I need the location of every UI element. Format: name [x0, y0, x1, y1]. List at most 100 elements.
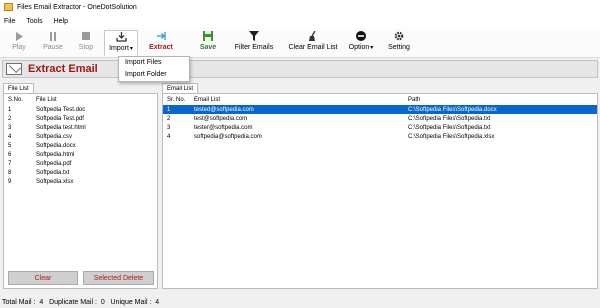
stop-label: Stop: [78, 44, 94, 51]
option-button[interactable]: Option▾: [345, 30, 377, 56]
email-path: C:\Softpedia Files\Softpedia.txt: [408, 115, 491, 122]
play-icon: [15, 30, 23, 42]
file-sno: 5: [8, 142, 12, 149]
file-list-row[interactable]: 8 Softpedia.txt: [4, 168, 157, 177]
file-list-header: S.No. File List: [4, 94, 157, 105]
filter-icon: [249, 30, 259, 42]
window-title: Files Email Extractor - OneDotSolution: [17, 3, 137, 11]
status-text: Total Mail : 4 Duplicate Mail : 0 Unique…: [2, 298, 160, 306]
broom-icon: [308, 30, 318, 42]
setting-label: Setting: [388, 44, 410, 51]
chevron-down-icon: ▾: [370, 45, 374, 51]
gear-icon: [394, 30, 404, 42]
email-address: softpedia@softpedia.com: [194, 133, 262, 140]
col-header-file-list[interactable]: File List: [36, 97, 156, 103]
file-name: Softpedia Test.pdf: [36, 115, 84, 122]
file-name: Softpedia.pdf: [36, 160, 72, 167]
clear-button[interactable]: Clear: [8, 271, 78, 285]
import-files-item[interactable]: Import Files: [119, 57, 189, 69]
setting-button[interactable]: Setting: [386, 30, 412, 56]
email-srno: 1: [167, 106, 171, 113]
play-label: Play: [12, 44, 26, 51]
import-text: Import: [109, 45, 129, 52]
email-list-row[interactable]: 4 softpedia@softpedia.com C:\Softpedia Fil…: [163, 132, 597, 141]
file-sno: 3: [8, 124, 12, 131]
email-list-row[interactable]: 2 test@softpedia.com C:\Softpedia Files\So…: [163, 114, 597, 123]
email-list-rows: 1 tested@softpedia.com C:\Softpedia Files\…: [163, 105, 597, 141]
option-label: Option▾: [349, 44, 374, 51]
email-list-header: Sr. No. Email List Path: [163, 94, 597, 105]
email-list-row[interactable]: 1 tested@softpedia.com C:\Softpedia Files\…: [163, 105, 597, 114]
file-list-panel: S.No. File List 1 Softpedia Test.doc 2 Soft…: [3, 93, 158, 289]
file-name: Softpedia.xlsx: [36, 178, 74, 185]
file-list-row[interactable]: 5 Softpedia.docx: [4, 141, 157, 150]
tab-email-list[interactable]: Email List: [162, 83, 199, 93]
save-icon: [203, 30, 213, 42]
file-list-row[interactable]: 2 Softpedia Test.pdf: [4, 114, 157, 123]
selected-delete-button[interactable]: Selected Delete: [83, 271, 154, 285]
stop-button[interactable]: Stop: [76, 30, 96, 56]
menu-tools[interactable]: Tools: [26, 18, 42, 25]
file-sno: 6: [8, 151, 12, 158]
col-header-srno[interactable]: Sr. No.: [163, 97, 194, 103]
stop-icon: [82, 30, 90, 42]
email-srno: 3: [167, 124, 171, 131]
col-header-path[interactable]: Path: [408, 97, 588, 103]
email-path: C:\Softpedia Files\Softpedia.txt: [408, 124, 491, 131]
file-list-row[interactable]: 1 Softpedia Test.doc: [4, 105, 157, 114]
email-address: tester@softpedia.com: [194, 124, 253, 131]
email-list-row[interactable]: 3 tester@softpedia.com C:\Softpedia Files\…: [163, 123, 597, 132]
file-name: Softpedia test.html: [36, 124, 86, 131]
file-list-row[interactable]: 3 Softpedia test.html: [4, 123, 157, 132]
app-folder-icon: [4, 3, 13, 11]
option-text: Option: [348, 44, 370, 51]
import-button[interactable]: Import▾: [104, 30, 138, 56]
mail-icon: [6, 63, 22, 75]
file-name: Softpedia.docx: [36, 142, 76, 149]
filter-emails-button[interactable]: Filter Emails: [232, 30, 276, 56]
file-list-row[interactable]: 7 Softpedia.pdf: [4, 159, 157, 168]
pause-icon: [49, 30, 57, 42]
import-label: Import▾: [109, 45, 133, 52]
file-name: Softpedia.txt: [36, 169, 70, 176]
filter-emails-label: Filter Emails: [234, 44, 274, 51]
file-list-rows: 1 Softpedia Test.doc 2 Softpedia Test.pdf 3 S…: [4, 105, 157, 186]
file-sno: 8: [8, 169, 12, 176]
menu-help[interactable]: Help: [54, 18, 68, 25]
save-label: Save: [199, 44, 217, 51]
tab-file-list[interactable]: File List: [3, 83, 34, 93]
file-list-row[interactable]: 9 Softpedia.xlsx: [4, 177, 157, 186]
menu-bar: File Tools Help: [0, 14, 600, 28]
col-header-sno[interactable]: S.No.: [4, 97, 36, 103]
import-icon: [115, 31, 127, 43]
pause-label: Pause: [43, 44, 63, 51]
pause-button[interactable]: Pause: [40, 30, 66, 56]
col-header-email-list[interactable]: Email List: [194, 97, 408, 103]
file-list-row[interactable]: 6 Softpedia.html: [4, 150, 157, 159]
file-sno: 2: [8, 115, 12, 122]
toolbar: Play Pause Stop Import▾ Extract Save Fil…: [0, 28, 600, 58]
extract-button[interactable]: Extract: [146, 30, 176, 56]
save-button[interactable]: Save: [196, 30, 220, 56]
import-folder-item[interactable]: Import Folder: [119, 69, 189, 81]
file-sno: 7: [8, 160, 12, 167]
clear-email-list-button[interactable]: Clear Email List: [286, 30, 340, 56]
chevron-down-icon: ▾: [129, 46, 133, 52]
extract-label: Extract: [149, 44, 173, 51]
email-path: C:\Softpedia Files\Softpedia.docx: [408, 106, 497, 113]
file-name: Softpedia Test.doc: [36, 106, 86, 113]
play-button[interactable]: Play: [8, 30, 30, 56]
clear-email-list-label: Clear Email List: [288, 44, 338, 51]
email-address: tested@softpedia.com: [194, 106, 254, 113]
banner-title: Extract Email: [28, 63, 98, 75]
import-dropdown-menu: Import Files Import Folder: [118, 56, 190, 82]
email-list-panel: Sr. No. Email List Path 1 tested@softpedi…: [162, 93, 598, 289]
option-icon: [356, 30, 366, 42]
file-name: Softpedia.csv: [36, 133, 73, 140]
extract-email-banner: Extract Email: [2, 60, 598, 78]
file-sno: 9: [8, 178, 12, 185]
title-bar: Files Email Extractor - OneDotSolution: [0, 0, 600, 14]
menu-file[interactable]: File: [4, 18, 15, 25]
file-list-row[interactable]: 4 Softpedia.csv: [4, 132, 157, 141]
file-sno: 4: [8, 133, 12, 140]
